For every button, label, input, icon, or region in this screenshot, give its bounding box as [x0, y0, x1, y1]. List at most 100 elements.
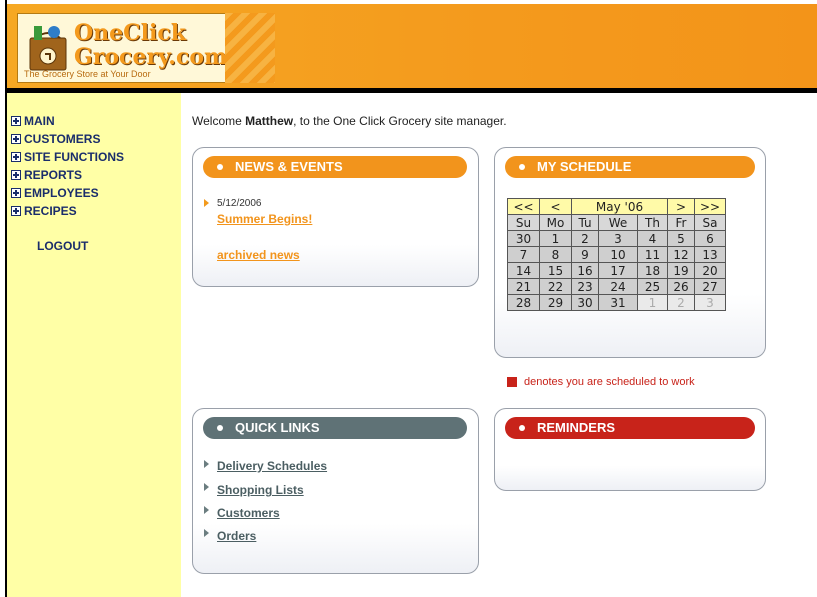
calendar-day[interactable]: 25 [637, 278, 668, 295]
brand-line-1: OneClick [74, 20, 187, 46]
grocery-bag-icon [29, 26, 67, 71]
expand-plus-icon[interactable] [11, 188, 21, 198]
calendar-prev-month-button[interactable]: < [539, 198, 572, 215]
news-events-header: NEWS & EVENTS [203, 156, 467, 178]
sidebar-item-customers[interactable]: CUSTOMERS [11, 130, 124, 148]
site-logo[interactable]: OneClick Grocery.com The Grocery Store a… [17, 13, 235, 83]
calendar-weekday: Mo [539, 214, 572, 231]
calendar-day[interactable]: 1 [539, 230, 572, 247]
calendar-next-month-button[interactable]: > [667, 198, 695, 215]
brand-line-2: Grocery.com [74, 44, 228, 70]
calendar-day[interactable]: 28 [507, 294, 540, 311]
sidebar-item-label: SITE FUNCTIONS [24, 150, 125, 164]
sidebar-item-label: RECIPES [24, 204, 77, 218]
schedule-calendar: << < May '06 > >> Su Mo Tu We Th Fr Sa 3… [507, 198, 726, 311]
calendar-day[interactable]: 6 [694, 230, 726, 247]
calendar-day[interactable]: 8 [539, 246, 572, 263]
calendar-day[interactable]: 1 [637, 294, 668, 311]
calendar-weekday: We [598, 214, 638, 231]
calendar-day[interactable]: 3 [694, 294, 726, 311]
sidebar-item-recipes[interactable]: RECIPES [11, 202, 124, 220]
scheduled-marker-icon [507, 377, 517, 387]
my-schedule-panel: MY SCHEDULE << < May '06 > >> Su Mo Tu W… [494, 147, 766, 358]
sidebar-item-main[interactable]: MAIN [11, 112, 124, 130]
news-headline-link[interactable]: Summer Begins! [217, 212, 312, 226]
quick-links-panel: QUICK LINKS Delivery Schedules Shopping … [192, 408, 479, 574]
expand-plus-icon[interactable] [11, 116, 21, 126]
calendar-day[interactable]: 24 [598, 278, 638, 295]
welcome-message: Welcome Matthew, to the One Click Grocer… [192, 114, 507, 128]
reminders-header: REMINDERS [505, 417, 755, 439]
expand-plus-icon[interactable] [11, 206, 21, 216]
sidebar-item-reports[interactable]: REPORTS [11, 166, 124, 184]
calendar-day[interactable]: 12 [667, 246, 695, 263]
news-events-panel: NEWS & EVENTS 5/12/2006 Summer Begins! a… [192, 147, 479, 287]
quick-links-header: QUICK LINKS [203, 417, 467, 439]
calendar-weekday: Th [637, 214, 668, 231]
calendar-day[interactable]: 13 [694, 246, 726, 263]
calendar-day[interactable]: 30 [571, 294, 599, 311]
calendar-day[interactable]: 29 [539, 294, 572, 311]
calendar-day[interactable]: 19 [667, 262, 695, 279]
welcome-user-name: Matthew [245, 114, 294, 128]
welcome-suffix: , to the One Click Grocery site manager. [293, 114, 507, 128]
calendar-day[interactable]: 31 [598, 294, 638, 311]
welcome-prefix: Welcome [192, 114, 246, 128]
calendar-day[interactable]: 22 [539, 278, 572, 295]
logout-link[interactable]: LOGOUT [37, 239, 88, 253]
quick-link-customers[interactable]: Customers [217, 506, 280, 520]
sidebar-item-employees[interactable]: EMPLOYEES [11, 184, 124, 202]
calendar-day[interactable]: 17 [598, 262, 638, 279]
news-date: 5/12/2006 [217, 198, 262, 209]
quick-link-delivery-schedules[interactable]: Delivery Schedules [217, 459, 327, 473]
calendar-day[interactable]: 15 [539, 262, 572, 279]
sidebar-item-label: CUSTOMERS [24, 132, 101, 146]
calendar-day[interactable]: 20 [694, 262, 726, 279]
sidebar: MAIN CUSTOMERS SITE FUNCTIONS REPORTS EM… [7, 93, 181, 597]
calendar-day[interactable]: 21 [507, 278, 540, 295]
bullet-arrow-icon [204, 199, 209, 207]
expand-plus-icon[interactable] [11, 134, 21, 144]
calendar-day[interactable]: 30 [507, 230, 540, 247]
calendar-day[interactable]: 7 [507, 246, 540, 263]
bullet-arrow-icon [204, 506, 209, 514]
reminders-panel: REMINDERS [494, 408, 766, 491]
calendar-day[interactable]: 5 [667, 230, 695, 247]
quick-link-shopping-lists[interactable]: Shopping Lists [217, 483, 304, 497]
calendar-day[interactable]: 11 [637, 246, 668, 263]
calendar-day[interactable]: 26 [667, 278, 695, 295]
sidebar-item-label: MAIN [24, 114, 55, 128]
brand-tagline: The Grocery Store at Your Door [24, 69, 151, 79]
expand-plus-icon[interactable] [11, 170, 21, 180]
calendar-day[interactable]: 14 [507, 262, 540, 279]
site-header: OneClick Grocery.com The Grocery Store a… [7, 4, 817, 93]
calendar-day[interactable]: 16 [571, 262, 599, 279]
sidebar-item-label: EMPLOYEES [24, 186, 99, 200]
calendar-next-year-button[interactable]: >> [694, 198, 726, 215]
calendar-day[interactable]: 2 [571, 230, 599, 247]
calendar-month-label: May '06 [571, 198, 668, 215]
calendar-day[interactable]: 27 [694, 278, 726, 295]
calendar-day[interactable]: 3 [598, 230, 638, 247]
calendar-weekday: Su [507, 214, 540, 231]
calendar-day[interactable]: 2 [667, 294, 695, 311]
quick-link-orders[interactable]: Orders [217, 529, 256, 543]
schedule-legend-text: denotes you are scheduled to work [524, 376, 695, 388]
sidebar-item-label: REPORTS [24, 168, 83, 182]
calendar-day[interactable]: 18 [637, 262, 668, 279]
calendar-day[interactable]: 23 [571, 278, 599, 295]
bullet-arrow-icon [204, 460, 209, 468]
archived-news-link[interactable]: archived news [217, 248, 300, 262]
calendar-prev-year-button[interactable]: << [507, 198, 540, 215]
calendar-day[interactable]: 4 [637, 230, 668, 247]
header-stripe-decoration [225, 13, 275, 83]
schedule-legend: denotes you are scheduled to work [507, 376, 695, 388]
calendar-weekday: Fr [667, 214, 695, 231]
my-schedule-header: MY SCHEDULE [505, 156, 755, 178]
calendar-day[interactable]: 9 [571, 246, 599, 263]
expand-plus-icon[interactable] [11, 152, 21, 162]
calendar-weekday: Sa [694, 214, 726, 231]
calendar-day[interactable]: 10 [598, 246, 638, 263]
calendar-weekday: Tu [571, 214, 599, 231]
sidebar-item-site-functions[interactable]: SITE FUNCTIONS [11, 148, 124, 166]
